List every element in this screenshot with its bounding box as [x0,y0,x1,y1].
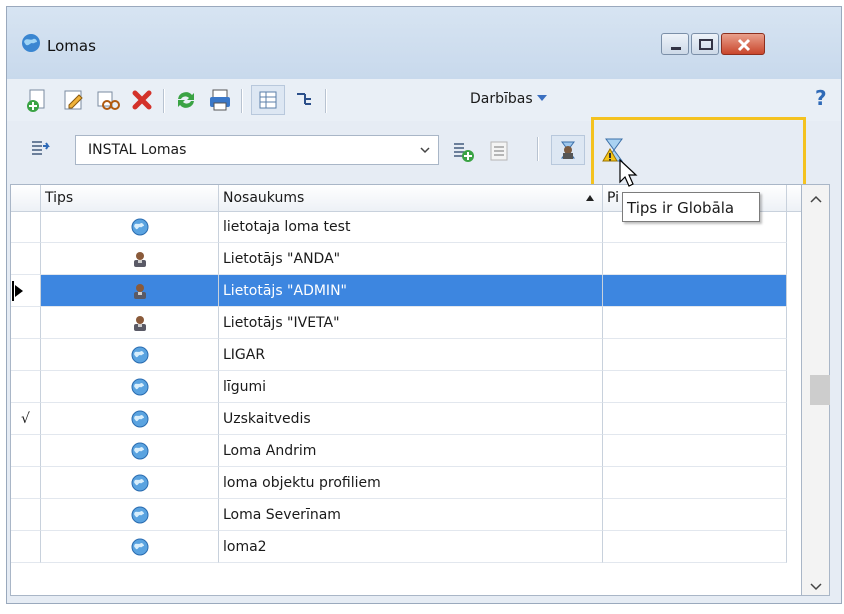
row-type-cell [41,211,219,243]
row-indicator-cell[interactable] [11,499,41,531]
filter-list-icon [32,141,50,155]
row-name-cell: Loma Andrim [219,435,603,467]
row-name-cell: Lietotājs "IVETA" [219,307,603,339]
table-row[interactable]: Lietotājs "ADMIN" [11,275,801,307]
table-row[interactable]: loma objektu profiliem [11,467,801,499]
table-row[interactable]: Loma Andrim [11,435,801,467]
print-icon[interactable] [207,87,233,113]
row-type-cell [41,307,219,339]
app-globe-icon [22,34,40,52]
table-row[interactable]: LIGAR [11,339,801,371]
row-pi-cell [603,531,787,563]
scroll-down-icon[interactable] [810,583,822,591]
filter-select[interactable]: INSTAL Lomas [75,135,439,165]
grid-view-icon [259,91,277,109]
indicator-header [11,185,41,211]
row-pi-cell [603,403,787,435]
column-header-nosaukums[interactable]: Nosaukums [219,185,603,211]
row-pi-cell [603,307,787,339]
title-bar: Lomas [7,7,841,79]
row-check: √ [21,411,30,427]
row-indicator-cell[interactable] [11,307,41,339]
row-name-cell: līgumi [219,371,603,403]
actions-menu-label: Darbības [470,91,533,107]
row-name-cell: lietotaja loma test [219,211,603,243]
row-type-cell [41,339,219,371]
row-name-cell: LIGAR [219,339,603,371]
scroll-up-icon[interactable] [810,195,822,203]
row-name-cell: loma2 [219,531,603,563]
chevron-down-icon [536,95,547,101]
row-name-cell: Lietotājs "ANDA" [219,243,603,275]
row-indicator-cell[interactable] [11,435,41,467]
sort-ascending-icon [586,195,594,201]
user-roles-filter-button[interactable] [551,135,585,165]
vertical-scrollbar[interactable] [802,184,830,596]
current-row-indicator-icon [12,281,23,301]
row-indicator-cell[interactable] [11,531,41,563]
row-pi-cell [603,435,787,467]
row-type-cell [41,275,219,307]
row-pi-cell [603,371,787,403]
help-icon[interactable]: ? [813,85,833,111]
row-pi-cell [603,243,787,275]
actions-menu[interactable]: Darbības [470,91,547,107]
table-row[interactable]: loma2 [11,531,801,563]
row-type-cell [41,499,219,531]
row-pi-cell [603,499,787,531]
row-name-cell: Lietotājs "ADMIN" [219,275,603,307]
row-type-cell [41,467,219,499]
svg-text:?: ? [815,86,827,110]
roles-table: Tips Nosaukums Pi lietotaja loma test Lie… [10,184,802,596]
window-title: Lomas [47,37,96,55]
mouse-cursor-icon [619,158,638,187]
row-type-cell [41,243,219,275]
chevron-down-icon [420,147,430,154]
table-row[interactable]: √ Uzskaitvedis [11,403,801,435]
row-type-cell [41,435,219,467]
table-row[interactable]: Loma Severīnam [11,499,801,531]
tooltip: Tips ir Globāla [622,192,760,222]
row-indicator-cell[interactable] [11,339,41,371]
close-button[interactable] [721,33,765,55]
row-type-cell [41,403,219,435]
row-indicator-cell[interactable] [11,371,41,403]
main-toolbar [7,79,841,121]
row-name-cell: Uzskaitvedis [219,403,603,435]
delete-icon[interactable] [129,87,155,113]
row-name-cell: Loma Severīnam [219,499,603,531]
refresh-icon[interactable] [173,87,199,113]
row-indicator-cell[interactable] [11,243,41,275]
row-indicator-cell[interactable] [11,467,41,499]
column-header-tips[interactable]: Tips [41,185,219,211]
edit-icon[interactable] [61,87,87,113]
tree-view-icon[interactable] [291,87,317,113]
row-pi-cell [603,275,787,307]
row-type-cell [41,371,219,403]
row-pi-cell [603,339,787,371]
table-row[interactable]: Lietotājs "ANDA" [11,243,801,275]
add-filter-icon[interactable] [451,139,475,163]
filter-select-value: INSTAL Lomas [88,142,187,158]
row-name-cell: loma objektu profiliem [219,467,603,499]
row-type-cell [41,531,219,563]
row-indicator-cell[interactable] [11,211,41,243]
new-icon[interactable] [25,87,51,113]
scrollbar-thumb[interactable] [810,375,830,405]
filter-disabled-icon[interactable] [487,139,511,163]
row-pi-cell [603,467,787,499]
grid-view-toggle[interactable] [251,85,285,115]
maximize-button[interactable] [691,33,719,55]
row-indicator-cell[interactable] [11,275,41,307]
find-icon[interactable] [95,87,121,113]
table-row[interactable]: Lietotājs "IVETA" [11,307,801,339]
table-row[interactable]: līgumi [11,371,801,403]
row-indicator-cell[interactable]: √ [11,403,41,435]
minimize-button[interactable] [661,33,689,55]
user-hourglass-icon [561,141,575,159]
